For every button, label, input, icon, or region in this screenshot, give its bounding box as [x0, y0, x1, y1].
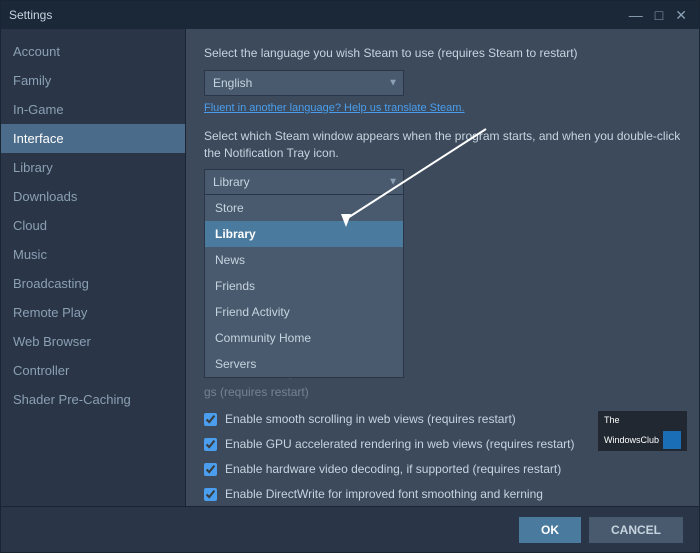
sidebar-item-account[interactable]: Account	[1, 37, 185, 66]
checkbox-smooth-scroll[interactable]	[204, 413, 217, 426]
partial-label-2: gs (requires restart)	[204, 385, 681, 399]
sidebar-item-family[interactable]: Family	[1, 66, 185, 95]
titlebar: Settings — □ ✕	[1, 1, 699, 29]
sidebar-item-web-browser[interactable]: Web Browser	[1, 327, 185, 356]
checkbox-row-smooth-scroll: Enable smooth scrolling in web views (re…	[204, 411, 681, 428]
language-select-wrapper: English ▼	[204, 70, 404, 96]
main-panel: Select the language you wish Steam to us…	[186, 29, 699, 506]
sidebar-item-broadcasting[interactable]: Broadcasting	[1, 269, 185, 298]
language-select[interactable]: English	[204, 70, 404, 96]
startup-select-container: Library ▼ Store Library News Friends Fri…	[204, 169, 681, 195]
cancel-button[interactable]: CANCEL	[589, 517, 683, 543]
sidebar-item-in-game[interactable]: In-Game	[1, 95, 185, 124]
startup-select-wrapper: Library ▼	[204, 169, 404, 195]
maximize-button[interactable]: □	[651, 7, 667, 24]
sidebar-item-interface[interactable]: Interface	[1, 124, 185, 153]
minimize-button[interactable]: —	[625, 7, 647, 24]
sidebar: Account Family In-Game Interface Library…	[1, 29, 186, 506]
checkbox-label-gpu-accel: Enable GPU accelerated rendering in web …	[225, 436, 575, 453]
settings-window: Settings — □ ✕ Account Family In-Game In…	[0, 0, 700, 553]
translate-link[interactable]: Fluent in another language? Help us tran…	[204, 102, 681, 114]
sidebar-item-cloud[interactable]: Cloud	[1, 211, 185, 240]
sidebar-item-music[interactable]: Music	[1, 240, 185, 269]
dropdown-item-news[interactable]: News	[205, 247, 403, 273]
checkbox-row-hw-video: Enable hardware video decoding, if suppo…	[204, 461, 681, 478]
dropdown-item-friend-activity[interactable]: Friend Activity	[205, 299, 403, 325]
sidebar-item-controller[interactable]: Controller	[1, 356, 185, 385]
sidebar-item-downloads[interactable]: Downloads	[1, 182, 185, 211]
startup-select[interactable]: Library	[204, 169, 404, 195]
dropdown-item-servers[interactable]: Servers	[205, 351, 403, 377]
sidebar-item-shader-pre-caching[interactable]: Shader Pre-Caching	[1, 385, 185, 414]
dropdown-item-library[interactable]: Library	[205, 221, 403, 247]
checkbox-row-gpu-accel: Enable GPU accelerated rendering in web …	[204, 436, 681, 453]
content-area: Account Family In-Game Interface Library…	[1, 29, 699, 506]
checkbox-gpu-accel[interactable]	[204, 438, 217, 451]
window-title: Settings	[9, 8, 52, 22]
dropdown-item-store[interactable]: Store	[205, 195, 403, 221]
sidebar-item-remote-play[interactable]: Remote Play	[1, 298, 185, 327]
checkbox-row-directwrite: Enable DirectWrite for improved font smo…	[204, 486, 681, 503]
checkbox-label-directwrite: Enable DirectWrite for improved font smo…	[225, 486, 543, 503]
checkbox-label-hw-video: Enable hardware video decoding, if suppo…	[225, 461, 561, 478]
checkbox-directwrite[interactable]	[204, 488, 217, 501]
dropdown-item-community-home[interactable]: Community Home	[205, 325, 403, 351]
close-button[interactable]: ✕	[671, 7, 691, 24]
dropdown-item-friends[interactable]: Friends	[205, 273, 403, 299]
window-controls: — □ ✕	[625, 7, 691, 24]
language-label: Select the language you wish Steam to us…	[204, 45, 681, 62]
sidebar-item-library[interactable]: Library	[1, 153, 185, 182]
ok-button[interactable]: OK	[519, 517, 581, 543]
checkbox-label-smooth-scroll: Enable smooth scrolling in web views (re…	[225, 411, 516, 428]
startup-label: Select which Steam window appears when t…	[204, 128, 681, 162]
startup-dropdown-open: Store Library News Friends Friend Activi…	[204, 194, 404, 378]
checkbox-hw-video[interactable]	[204, 463, 217, 476]
footer: OK CANCEL	[1, 506, 699, 552]
